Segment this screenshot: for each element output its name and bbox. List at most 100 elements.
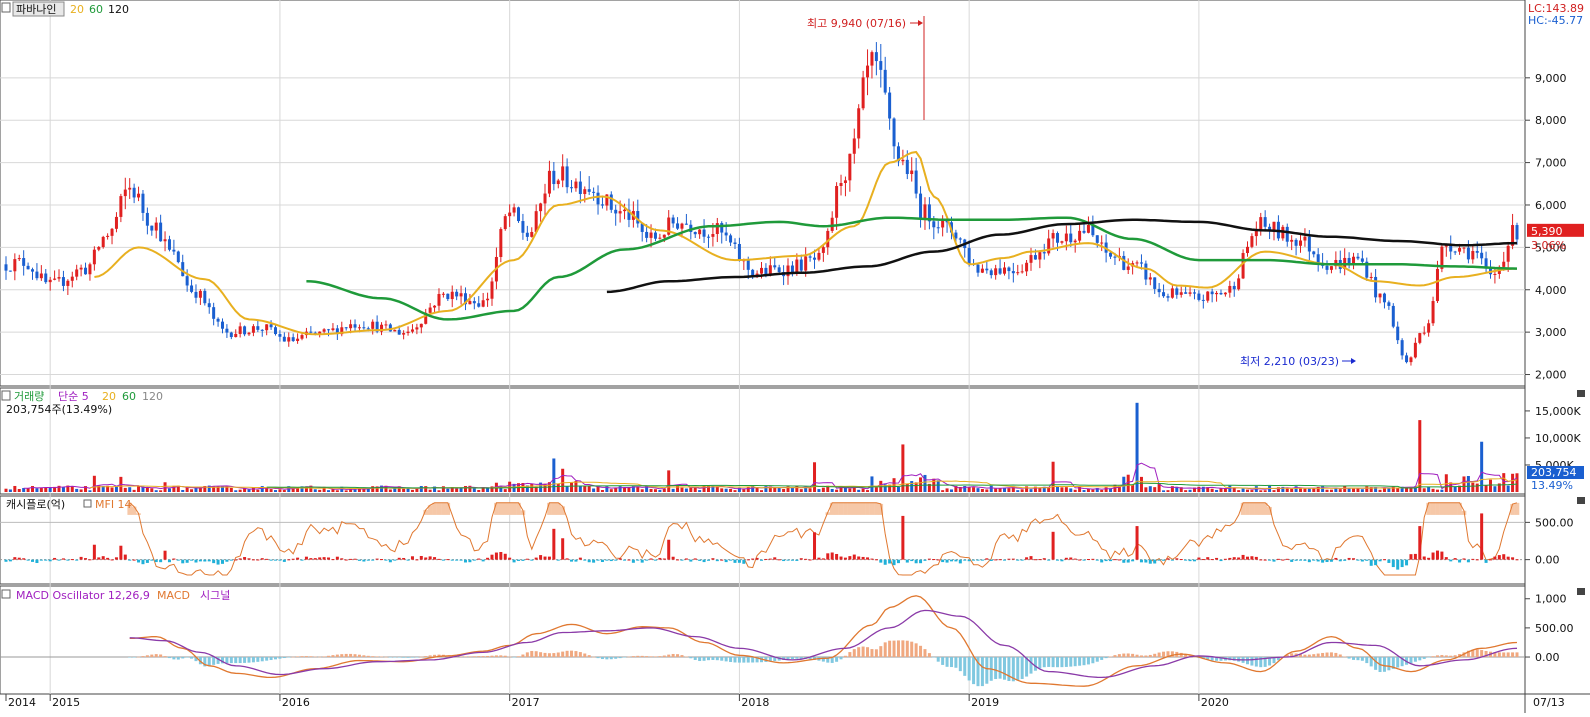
mfi-overbought-fill — [446, 503, 451, 515]
x-tick-label: 2016 — [282, 696, 310, 709]
cashflow-bar — [62, 558, 65, 559]
chart-canvas[interactable]: 2,0003,0004,0005,0006,0007,0008,0009,000… — [0, 0, 1590, 713]
macd-oscillator-bar — [1476, 649, 1479, 657]
cashflow-bar — [879, 560, 882, 563]
cashflow-bar — [901, 516, 904, 560]
mfi-overbought-fill — [1254, 503, 1259, 515]
price-tick-label: 6,000 — [1535, 199, 1567, 212]
macd-oscillator-bar — [296, 656, 299, 657]
macd-tick-label: 500.00 — [1535, 622, 1574, 635]
mfi-overbought-fill — [552, 503, 557, 515]
candle-body — [1175, 288, 1178, 294]
cashflow-bar — [9, 560, 12, 562]
cashflow-bar — [1122, 560, 1125, 563]
volume-bar — [1489, 480, 1492, 492]
cashflow-bar — [857, 556, 860, 559]
candle-body — [561, 166, 564, 180]
macd-oscillator-bar — [1021, 657, 1024, 679]
cashflow-bar — [1498, 555, 1501, 560]
mfi-toggle-icon[interactable] — [84, 500, 91, 507]
candle-body — [994, 268, 997, 275]
candle-body — [831, 218, 834, 231]
macd-oscillator-bar — [733, 657, 736, 662]
candle-body — [172, 250, 175, 252]
cashflow-bar — [517, 560, 520, 561]
cashflow-bar — [402, 558, 405, 560]
cashflow-bar — [1105, 560, 1108, 561]
volume-bar — [446, 489, 449, 492]
candle-body — [1078, 231, 1081, 241]
candle-body — [1043, 252, 1046, 253]
cashflow-bar — [1299, 560, 1302, 561]
cashflow-bar — [574, 560, 577, 562]
candle-body — [31, 269, 34, 271]
volume-bar — [1418, 420, 1421, 492]
macd-panel-menu-icon[interactable] — [1577, 588, 1585, 595]
cashflow-panel-menu-icon[interactable] — [1577, 497, 1585, 504]
candle-body — [610, 195, 613, 210]
candle-body — [437, 294, 440, 306]
volume-last-pct: 13.49% — [1531, 479, 1573, 492]
volume-bar — [1511, 474, 1514, 492]
candle-body — [358, 327, 361, 328]
volume-bar — [460, 488, 463, 492]
macd-oscillator-bar — [482, 656, 485, 657]
candle-body — [716, 223, 719, 234]
cashflow-bar — [18, 558, 21, 560]
volume-bar — [689, 488, 692, 492]
candle-body — [645, 232, 648, 238]
cashflow-bar — [1432, 553, 1435, 560]
candle-body — [1069, 234, 1072, 243]
cashflow-bar — [393, 560, 396, 561]
cashflow-bar — [318, 557, 321, 559]
volume-bar — [40, 488, 43, 492]
cashflow-bar — [411, 556, 414, 559]
cashflow-bar — [473, 560, 476, 561]
macd-panel-toggle-icon[interactable] — [2, 590, 10, 598]
candle-body — [1197, 294, 1200, 300]
macd-oscillator-bar — [738, 657, 741, 663]
cashflow-bar — [1144, 560, 1147, 563]
cashflow-bar — [1427, 558, 1430, 560]
candle-body — [1007, 268, 1010, 272]
macd-oscillator-bar — [676, 654, 679, 657]
cashflow-bar — [106, 558, 109, 560]
candle-body — [725, 233, 728, 236]
macd-oscillator-bar — [490, 656, 493, 657]
cashflow-bar — [53, 558, 56, 560]
cashflow-bar — [490, 555, 493, 560]
candle-body — [915, 171, 918, 194]
candle-body — [1454, 252, 1457, 253]
cashflow-bar — [521, 560, 524, 561]
macd-oscillator-bar — [879, 646, 882, 657]
macd-oscillator-bar — [742, 657, 745, 663]
volume-bar — [720, 488, 723, 492]
candle-body — [301, 335, 304, 339]
macd-oscillator-bar — [579, 652, 582, 657]
candle-body — [530, 232, 533, 237]
macd-oscillator-bar — [619, 657, 622, 658]
cashflow-bar — [217, 560, 220, 565]
volume-bar — [1149, 486, 1152, 492]
macd-oscillator-bar — [464, 656, 467, 657]
volume-panel-toggle-icon[interactable] — [2, 391, 10, 400]
volume-ma20-legend: 20 — [102, 390, 116, 403]
cashflow-bar — [773, 557, 776, 559]
volume-bar — [345, 490, 348, 492]
panel-toggle-icon[interactable] — [2, 3, 10, 12]
macd-oscillator-bar — [415, 657, 418, 658]
candle-body — [181, 262, 184, 276]
volume-panel-menu-icon[interactable] — [1577, 390, 1585, 397]
macd-oscillator-bar — [636, 656, 639, 657]
candle-body — [1065, 234, 1068, 242]
cashflow-bar — [1233, 557, 1236, 559]
cashflow-bar — [141, 560, 144, 565]
cashflow-bar — [164, 551, 167, 560]
candle-body — [287, 337, 290, 341]
candle-body — [1228, 286, 1231, 293]
volume-bar — [331, 489, 334, 492]
cashflow-bar — [1414, 554, 1417, 560]
cashflow-bar — [963, 560, 966, 561]
macd-oscillator-bar — [172, 657, 175, 659]
cashflow-bar — [446, 559, 449, 560]
